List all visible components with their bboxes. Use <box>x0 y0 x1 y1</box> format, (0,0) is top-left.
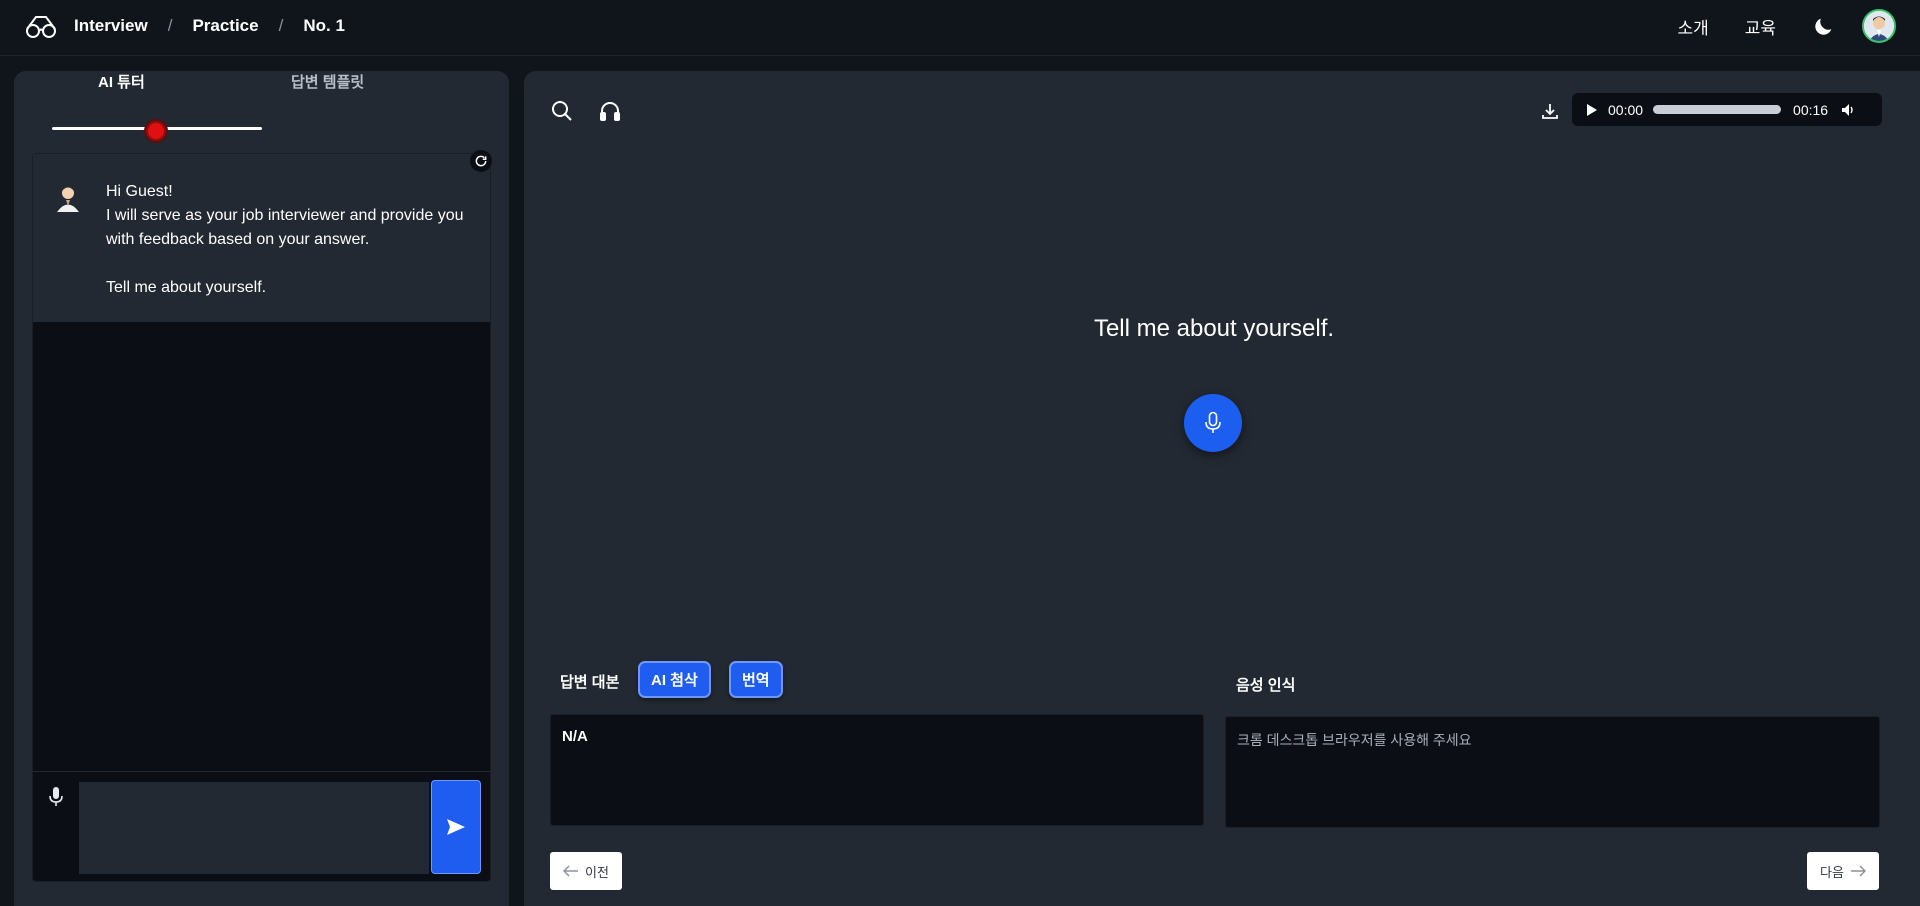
speech-recognition-label: 음성 인식 <box>1236 677 1296 694</box>
chat-input-row <box>33 771 490 881</box>
glasses-logo-icon[interactable] <box>24 12 58 42</box>
breadcrumb-current: No. 1 <box>303 16 345 35</box>
arrow-left-icon <box>563 865 579 877</box>
breadcrumb-practice[interactable]: Practice <box>192 16 258 36</box>
audio-player: 00:00 00:16 <box>1572 93 1882 126</box>
chat-line: Tell me about yourself. <box>106 279 267 296</box>
speech-recognition-box[interactable]: 크롬 데스크톱 브라우저를 사용해 주세요 <box>1225 716 1880 828</box>
tab-ai-tutor[interactable]: AI 튜터 <box>98 71 145 92</box>
play-icon[interactable] <box>1584 103 1598 117</box>
record-indicator-dot <box>146 121 166 141</box>
arrow-right-icon <box>1850 865 1866 877</box>
send-button[interactable] <box>431 780 481 874</box>
send-icon <box>447 819 465 835</box>
chat-area: Hi Guest! I will serve as your job inter… <box>32 150 492 882</box>
volume-icon[interactable] <box>1840 102 1856 118</box>
practice-panel: 00:00 00:16 Tell me about yourself. 답변 대… <box>524 71 1920 906</box>
avatar[interactable] <box>1862 9 1896 43</box>
answer-script-text: N/A <box>562 728 588 745</box>
chat-line <box>106 252 476 276</box>
nav-link-about[interactable]: 소개 <box>1677 14 1708 39</box>
translate-button[interactable]: 번역 <box>729 661 783 698</box>
chat-line: Hi Guest! <box>106 183 173 200</box>
ai-correction-button[interactable]: AI 첨삭 <box>638 661 711 698</box>
top-right-nav: 소개 교육 <box>1677 0 1920 52</box>
answer-script-label: 답변 대본 <box>560 674 620 691</box>
nav-link-education[interactable]: 교육 <box>1745 14 1776 39</box>
interviewer-avatar-icon <box>53 182 83 212</box>
breadcrumb-interview[interactable]: Interview <box>74 16 148 36</box>
audio-duration: 00:16 <box>1793 101 1829 118</box>
refresh-icon[interactable] <box>470 150 492 172</box>
search-icon[interactable] <box>550 99 574 123</box>
chat-message: Hi Guest! I will serve as your job inter… <box>33 150 492 322</box>
top-bar: Interview / Practice / No. 1 소개 교육 <box>0 0 1920 56</box>
prev-button[interactable]: 이전 <box>550 852 622 890</box>
chat-message-text: Hi Guest! I will serve as your job inter… <box>106 180 476 300</box>
microphone-icon[interactable] <box>47 786 65 808</box>
speech-recognition-placeholder: 크롬 데스크톱 브라우저를 사용해 주세요 <box>1237 732 1472 748</box>
moon-icon[interactable] <box>1812 14 1836 38</box>
microphone-icon <box>1205 411 1221 433</box>
record-button[interactable] <box>1184 394 1242 452</box>
next-button-label: 다음 <box>1820 864 1844 880</box>
breadcrumb-separator: / <box>167 16 173 35</box>
next-button[interactable]: 다음 <box>1807 852 1879 890</box>
audio-current-time: 00:00 <box>1608 101 1644 118</box>
answer-script-box[interactable]: N/A <box>550 714 1204 826</box>
question-text: Tell me about yourself. <box>1093 315 1335 342</box>
prev-button-label: 이전 <box>585 864 609 880</box>
breadcrumb: Interview / Practice / No. 1 <box>74 0 345 52</box>
download-icon[interactable] <box>1540 101 1560 121</box>
tab-answer-template[interactable]: 답변 템플릿 <box>291 71 364 92</box>
headphones-icon[interactable] <box>598 99 622 123</box>
chat-input[interactable] <box>79 782 429 874</box>
tutor-panel: AI 튜터 답변 템플릿 Hi Guest! I will serve as y… <box>14 71 509 906</box>
audio-progress-bar[interactable] <box>1653 105 1782 114</box>
chat-line: I will serve as your job interviewer and… <box>106 207 464 248</box>
breadcrumb-separator: / <box>278 16 284 35</box>
